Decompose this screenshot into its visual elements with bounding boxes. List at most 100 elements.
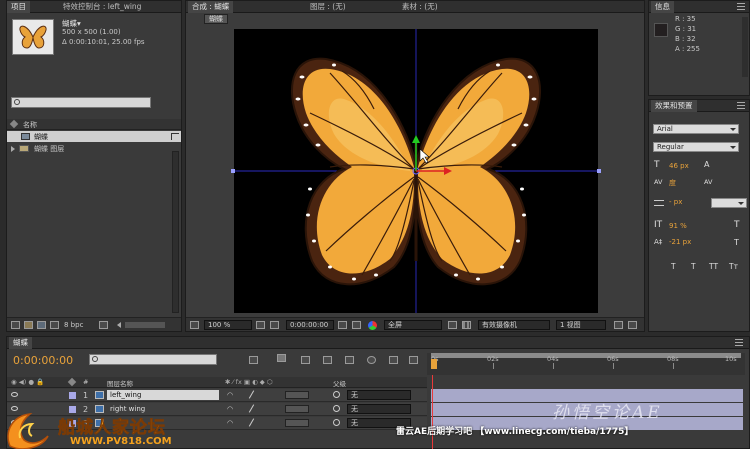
resolution-select[interactable]: 全屏 [384, 320, 442, 330]
quality-switch-icon[interactable] [248, 404, 255, 413]
comp-chip[interactable]: 蝴蝶 [204, 14, 228, 24]
new-composition-icon[interactable] [37, 321, 46, 329]
motion-blur-icon[interactable] [367, 356, 376, 364]
tab-footage[interactable]: 素材 : (无) [398, 1, 442, 13]
tutorial-banner: 雷云AE后期学习吧 【www.linecg.com/tieba/1775】 [396, 423, 750, 439]
bpc-label[interactable]: 8 bpc [64, 321, 83, 329]
flowchart-icon[interactable] [50, 321, 59, 329]
tutorial-banner-text: 雷云AE后期学习吧 【www.linecg.com/tieba/1775】 [396, 427, 634, 437]
graph-editor-icon[interactable] [389, 356, 398, 364]
frame-blending-icon[interactable] [345, 356, 354, 364]
horizontal-scale-icon: T [734, 220, 740, 230]
quality-switch-icon[interactable] [248, 390, 255, 399]
small-caps-button[interactable]: Tт [729, 262, 738, 271]
tab-effects-presets[interactable]: 效果和预置 [651, 100, 697, 112]
current-time-indicator[interactable] [431, 359, 437, 369]
tab-layer[interactable]: 图层 : (无) [306, 1, 350, 13]
project-scrollbar[interactable] [172, 151, 179, 313]
safe-margins-icon[interactable] [256, 321, 265, 329]
zoom-select[interactable]: 100 % [204, 320, 252, 330]
toggle-pixel-aspect-icon[interactable] [614, 321, 623, 329]
project-item-composition[interactable]: 蝴蝶 [7, 131, 181, 142]
font-size-value[interactable]: 46 px [669, 162, 689, 170]
composition-viewer[interactable] [231, 29, 601, 313]
comp-mini-flowchart-icon[interactable] [249, 356, 258, 364]
comp-timecode-field[interactable]: 0:00:00:00 [286, 320, 334, 330]
font-family-select[interactable]: Arial [653, 124, 739, 134]
timeline-search-input[interactable] [89, 354, 217, 365]
tab-effects-controls[interactable]: 特效控制台 : left_wing [59, 1, 145, 13]
layer-handle-left[interactable] [231, 169, 235, 173]
tab-composition[interactable]: 合成 : 蝴蝶 [188, 1, 234, 13]
tab-timeline-comp[interactable]: 蝴蝶 [9, 337, 32, 349]
chevron-down-icon [730, 146, 736, 149]
trash-icon[interactable] [99, 321, 108, 329]
project-item-folder[interactable]: 蝴蝶 图层 [7, 143, 181, 154]
project-search-input[interactable] [11, 97, 151, 108]
parent-pickwhip-icon[interactable] [333, 405, 340, 412]
shy-icon[interactable] [323, 356, 332, 364]
expand-arrow-icon[interactable] [11, 146, 15, 152]
panel-menu-icon[interactable] [737, 102, 745, 109]
stroke-style-select[interactable] [711, 198, 747, 208]
tab-project[interactable]: 项目 [7, 1, 30, 13]
switches-icons: ✱ ⁄ fx ▣ ◐ ◆ ⬡ [225, 378, 273, 386]
parent-pickwhip-icon[interactable] [333, 419, 340, 426]
timeline-timecode[interactable]: 0:00:00:00 [13, 354, 73, 367]
layer-name-field[interactable]: left_wing [107, 390, 219, 400]
shy-switch-icon[interactable]: ◠ [227, 391, 233, 399]
switch-box[interactable] [285, 405, 309, 413]
interpret-footage-icon[interactable] [11, 321, 20, 329]
item-label: 蝴蝶 图层 [34, 145, 65, 153]
always-preview-icon[interactable] [190, 321, 199, 329]
parent-select[interactable]: 无 [347, 390, 411, 400]
new-folder-icon[interactable] [24, 321, 33, 329]
hierarchy-icon[interactable] [171, 133, 179, 140]
horizontal-scrollbar[interactable] [125, 322, 165, 328]
brainstorm-icon[interactable] [409, 356, 418, 364]
composition-icon [21, 133, 30, 140]
switch-box[interactable] [285, 391, 309, 399]
panel-menu-icon[interactable] [735, 339, 743, 346]
baseline-shift-value[interactable]: -21 px [669, 238, 691, 246]
tab-info[interactable]: 信息 [651, 1, 674, 13]
draft-3d-icon[interactable] [301, 356, 310, 364]
parent-select[interactable]: 无 [347, 404, 411, 414]
work-area-bar[interactable] [431, 353, 741, 358]
ruler-tick [553, 363, 554, 369]
all-caps-button[interactable]: TT [709, 262, 718, 271]
quality-switch-icon[interactable] [248, 418, 255, 427]
reset-exposure-icon[interactable] [628, 321, 637, 329]
item-thumbnail [12, 19, 54, 55]
snapshot-icon[interactable] [338, 321, 347, 329]
zoom-value: 100 % [208, 321, 231, 329]
panel-menu-icon[interactable] [737, 3, 745, 10]
eye-icon[interactable] [11, 392, 18, 397]
font-style-select[interactable]: Regular [653, 142, 739, 152]
forum-logo: 船城人家论坛 WWW.PV818.COM [0, 410, 240, 449]
layer-row[interactable]: 1 left_wing ◠ 无 [7, 389, 427, 402]
stroke-width-value[interactable]: - px [669, 198, 682, 206]
views-select[interactable]: 1 视图 [556, 320, 606, 330]
ruler-label: 04s [547, 355, 559, 363]
layer-handle-right[interactable] [597, 169, 601, 173]
parent-pickwhip-icon[interactable] [333, 391, 340, 398]
info-scrollbar[interactable] [742, 17, 748, 77]
vertical-scale-value[interactable]: 91 % [669, 222, 687, 230]
switch-box[interactable] [285, 419, 309, 427]
fast-previews-icon[interactable] [448, 321, 457, 329]
ruler-tick [493, 363, 494, 369]
camera-select[interactable]: 有效摄像机 [478, 320, 550, 330]
label-color-swatch[interactable] [69, 392, 76, 399]
tracking-value[interactable]: 度 [669, 178, 676, 188]
vertical-scale-icon: IT [654, 220, 663, 230]
faux-bold-button[interactable]: T [671, 262, 676, 271]
live-update-icon[interactable] [277, 354, 286, 362]
scroll-left-icon[interactable] [117, 322, 121, 328]
faux-italic-button[interactable]: T [691, 262, 696, 271]
channels-icon[interactable] [368, 321, 377, 330]
time-ruler[interactable]: 0s 02s 04s 06s 08s 10s [427, 353, 745, 375]
transparency-grid-icon[interactable] [462, 321, 471, 329]
show-snapshot-icon[interactable] [352, 321, 361, 329]
region-of-interest-icon[interactable] [270, 321, 279, 329]
